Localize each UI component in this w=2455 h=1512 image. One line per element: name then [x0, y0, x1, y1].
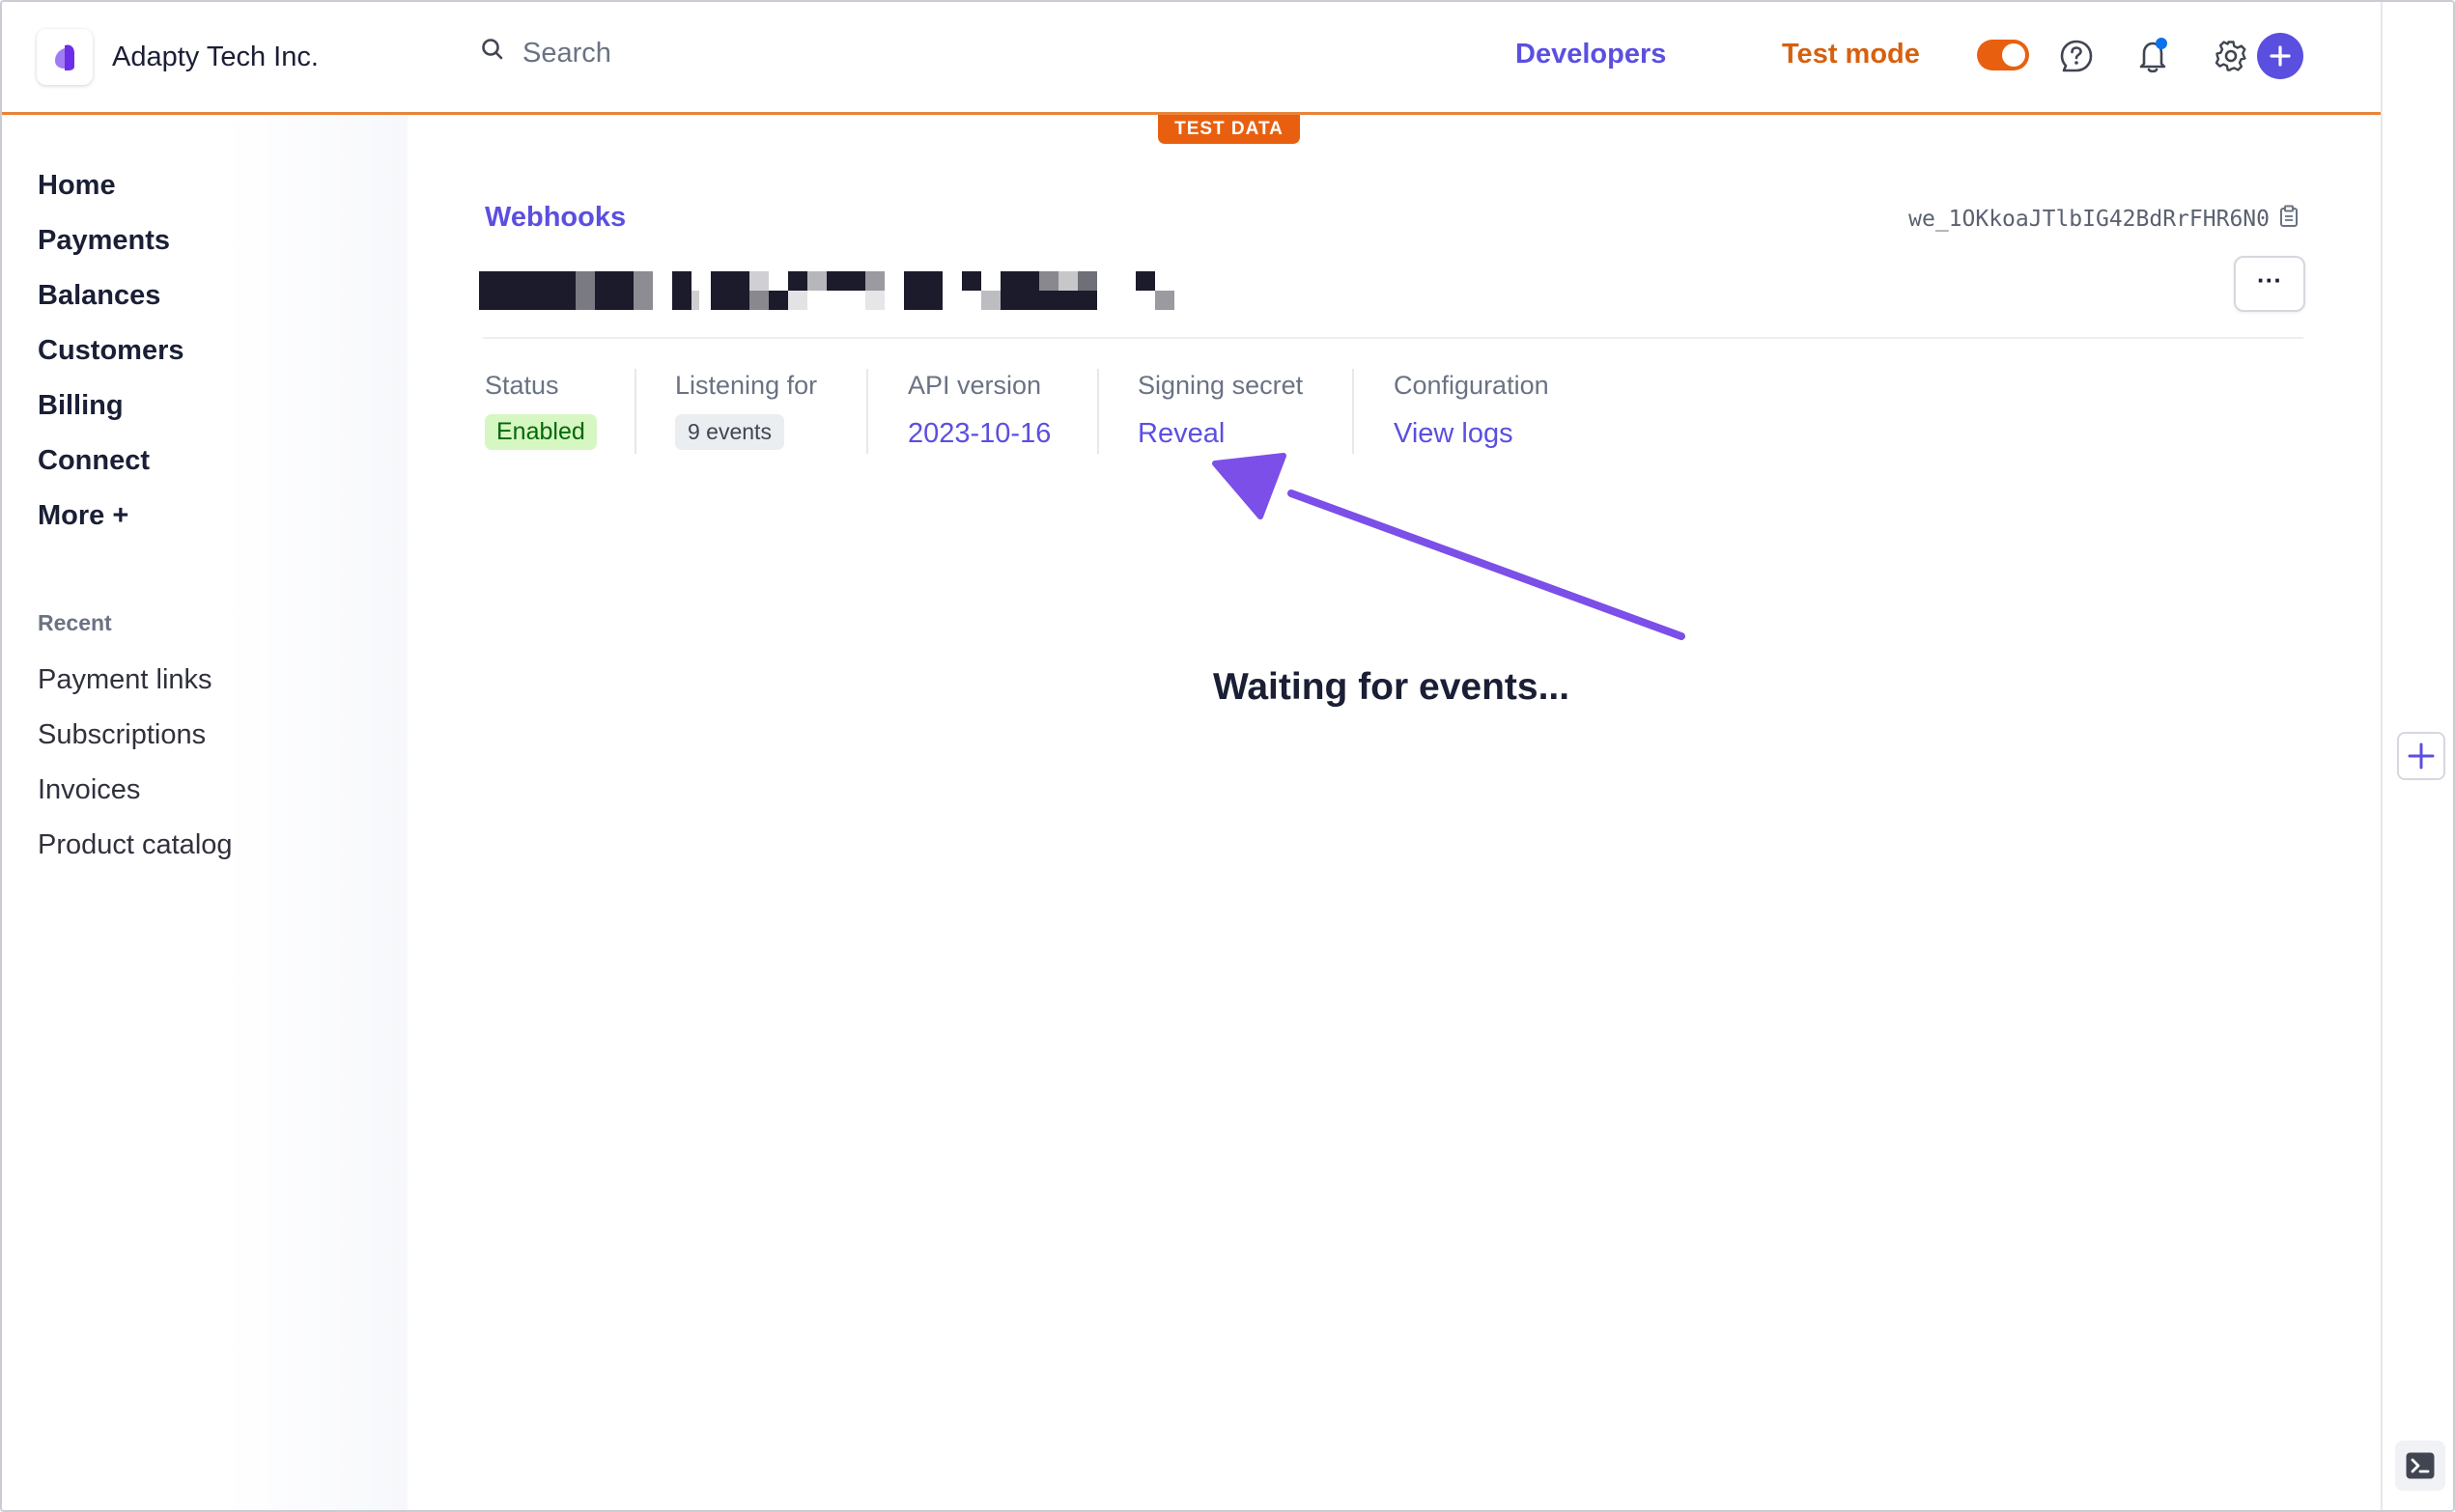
terminal-icon[interactable]: [2395, 1441, 2445, 1491]
top-bar: Adapty Tech Inc. Search Developers Test …: [2, 2, 2381, 115]
search-icon: [480, 37, 505, 70]
stat-configuration: Configuration View logs: [1394, 371, 1549, 450]
sidebar-item-billing[interactable]: Billing: [38, 390, 124, 422]
api-version-link[interactable]: 2023-10-16: [908, 418, 1051, 450]
events-count-badge[interactable]: 9 events: [675, 414, 784, 450]
stat-status-label: Status: [485, 371, 559, 400]
app-window: Adapty Tech Inc. Search Developers Test …: [0, 0, 2455, 1512]
sidebar-item-payments[interactable]: Payments: [38, 225, 170, 257]
waiting-for-events-message: Waiting for events...: [1213, 666, 1570, 708]
stat-divider: [866, 369, 868, 454]
view-logs-link[interactable]: View logs: [1394, 418, 1549, 450]
recent-item-invoices[interactable]: Invoices: [38, 774, 140, 806]
stat-config-label: Configuration: [1394, 371, 1549, 400]
header-divider: [483, 337, 2303, 339]
stat-listening: Listening for 9 events: [675, 371, 817, 450]
recent-item-subscriptions[interactable]: Subscriptions: [38, 719, 206, 751]
recent-item-payment-links[interactable]: Payment links: [38, 664, 212, 696]
stat-divider: [1352, 369, 1354, 454]
endpoint-id-text: we_1OKkoaJTlbIG42BdRrFHR6N0: [1908, 207, 2270, 232]
search-bar[interactable]: Search: [480, 37, 611, 70]
stat-divider: [1097, 369, 1099, 454]
account-switcher[interactable]: Adapty Tech Inc.: [37, 29, 319, 85]
company-name: Adapty Tech Inc.: [112, 41, 319, 72]
developers-link[interactable]: Developers: [1515, 39, 1666, 70]
stat-listening-label: Listening for: [675, 371, 818, 400]
reveal-secret-link[interactable]: Reveal: [1138, 418, 1303, 450]
stat-signing-secret: Signing secret Reveal: [1138, 371, 1303, 450]
search-input[interactable]: Search: [522, 38, 611, 70]
clipboard-icon[interactable]: [2279, 205, 2299, 234]
recent-item-product-catalog[interactable]: Product catalog: [38, 829, 233, 861]
sidebar-item-connect[interactable]: Connect: [38, 445, 150, 477]
plus-icon[interactable]: [2397, 732, 2445, 780]
status-badge: Enabled: [485, 414, 597, 450]
stat-status: Status Enabled: [485, 371, 597, 450]
sidebar-item-home[interactable]: Home: [38, 170, 116, 202]
create-plus-icon[interactable]: [2257, 33, 2303, 79]
test-mode-label: Test mode: [1782, 39, 1920, 70]
gear-icon[interactable]: [2212, 37, 2250, 75]
test-data-badge: TEST DATA: [1158, 115, 1300, 144]
top-actions: Developers Test mode: [1415, 2, 2381, 112]
sidebar-item-customers[interactable]: Customers: [38, 335, 184, 367]
breadcrumb-webhooks[interactable]: Webhooks: [485, 202, 626, 234]
stat-api-version: API version 2023-10-16: [908, 371, 1051, 450]
sidebar: Home Payments Balances Customers Billing…: [2, 115, 408, 1510]
help-icon[interactable]: [2057, 37, 2096, 75]
stat-secret-label: Signing secret: [1138, 371, 1304, 400]
stat-api-label: API version: [908, 371, 1042, 400]
sidebar-item-balances[interactable]: Balances: [38, 280, 160, 312]
stat-divider: [635, 369, 636, 454]
endpoint-id[interactable]: we_1OKkoaJTlbIG42BdRrFHR6N0: [1908, 205, 2299, 234]
recent-section-title: Recent: [38, 610, 112, 635]
redacted-endpoint-url: [479, 271, 1174, 310]
test-mode-toggle[interactable]: [1977, 40, 2029, 70]
bell-icon[interactable]: [2134, 37, 2173, 75]
sidebar-item-more[interactable]: More +: [38, 500, 128, 532]
company-logo-icon: [37, 29, 93, 85]
more-actions-button[interactable]: ···: [2234, 256, 2305, 312]
